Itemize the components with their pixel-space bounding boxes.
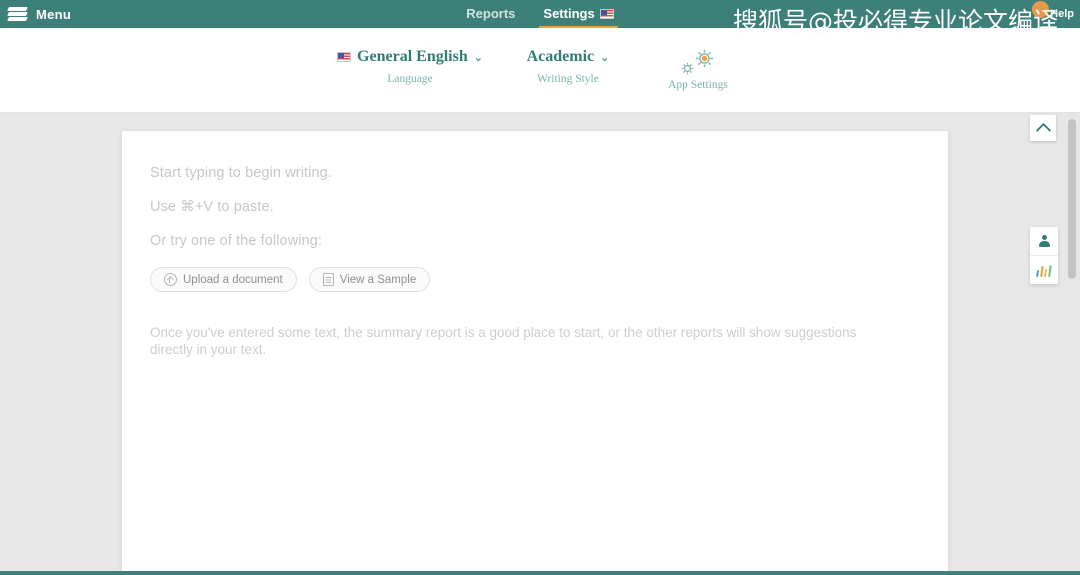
settings-bar: General English ⌄ Language Academic ⌄ Wr… [0,28,1080,113]
language-value: General English [357,48,468,65]
bottom-accent-strip [0,571,1080,575]
rail-button-statistics[interactable] [1030,255,1058,284]
bar-chart-icon [1036,264,1052,277]
language-label: Language [387,73,433,85]
upload-a-document-button[interactable]: Upload a document [150,267,297,292]
view-a-sample-label: View a Sample [339,273,417,286]
gear-small-icon [681,62,694,75]
writing-style-value: Academic [526,48,595,65]
document-placeholder-content: Start typing to begin writing. Use ⌘+V t… [122,131,948,359]
writing-style-selector[interactable]: Academic ⌄ Writing Style [523,48,613,85]
hint-try-following: Or try one of the following: [150,233,323,249]
tab-reports[interactable]: Reports [466,0,515,28]
rail-button-audience[interactable] [1030,227,1058,255]
summary-hint-text: Once you've entered some text, the summa… [150,325,857,357]
us-flag-icon [337,52,352,62]
document-icon [322,273,334,286]
scroll-to-top-button[interactable] [1030,115,1056,141]
vertical-scrollbar-thumb[interactable] [1068,119,1076,279]
us-flag-icon [599,9,614,19]
watermark-text: 搜狐号@投必得专业论文编译 [732,7,1058,36]
document-editor-card[interactable]: Start typing to begin writing. Use ⌘+V t… [122,131,948,571]
gear-large-icon [695,49,714,68]
document-action-row: Upload a document View a Sample [150,267,920,292]
chevron-down-icon: ⌄ [600,51,610,64]
chevron-up-icon [1035,122,1051,138]
tab-settings-label: Settings [543,6,595,21]
hint-paste: Use ⌘+V to paste. [150,199,274,215]
gears-icon [681,48,715,76]
upload-a-document-label: Upload a document [183,273,283,286]
hint-start-typing: Start typing to begin writing. [150,165,332,181]
app-settings-label: App Settings [668,79,728,91]
chevron-down-icon: ⌄ [473,51,483,64]
view-a-sample-button[interactable]: View a Sample [308,267,431,292]
reports-rail [1030,227,1058,284]
upload-circle-icon [164,273,177,286]
person-icon [1037,234,1051,248]
language-selector[interactable]: General English ⌄ Language [337,48,483,85]
language-value-row: General English ⌄ [337,48,483,66]
tab-settings[interactable]: Settings [539,0,619,29]
tab-reports-label: Reports [466,6,516,21]
writing-style-value-row: Academic ⌄ [527,48,610,66]
bottom-white-area [171,551,877,571]
workspace: Start typing to begin writing. Use ⌘+V t… [0,113,1080,571]
writing-style-label: Writing Style [537,73,599,85]
app-settings-button[interactable]: App Settings [653,48,743,91]
